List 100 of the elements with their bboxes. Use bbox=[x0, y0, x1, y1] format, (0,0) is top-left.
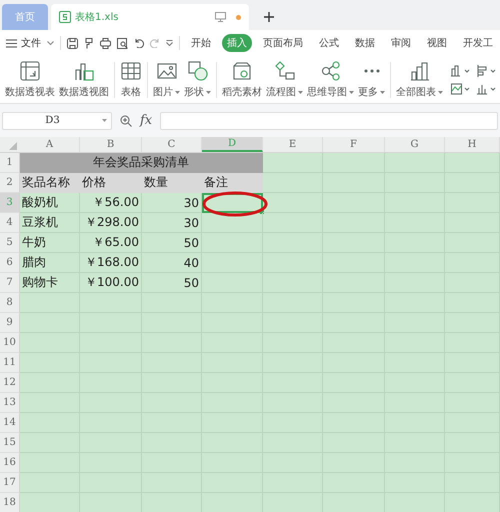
table-cell bbox=[20, 433, 80, 453]
table-cell bbox=[20, 393, 80, 413]
menu-icon[interactable] bbox=[6, 38, 17, 48]
customize-icon[interactable] bbox=[166, 40, 173, 46]
column-heading: 价格 bbox=[80, 173, 142, 193]
row-header[interactable]: 9 bbox=[0, 313, 20, 333]
ribbon-tab[interactable]: 审阅 bbox=[386, 34, 416, 52]
ellipse-annotation bbox=[202, 190, 268, 218]
monitor-icon[interactable] bbox=[215, 12, 226, 22]
row-header[interactable]: 4 bbox=[0, 213, 20, 233]
row-header[interactable]: 2 bbox=[0, 173, 20, 193]
row-header[interactable]: 7 bbox=[0, 273, 20, 293]
ribbon-button[interactable]: 全部图表 bbox=[394, 60, 445, 99]
ribbon-tab[interactable]: 插入 bbox=[222, 34, 252, 52]
formula-field[interactable] bbox=[160, 112, 498, 130]
table-cell: 30 bbox=[142, 193, 202, 213]
table-cell: 40 bbox=[142, 253, 202, 273]
table-cell bbox=[20, 413, 80, 433]
column-header[interactable]: G bbox=[385, 137, 445, 152]
ribbon-button[interactable]: 表格 bbox=[118, 60, 144, 99]
pivot-table-icon bbox=[19, 60, 41, 82]
mindmap-icon bbox=[320, 60, 342, 82]
ribbon-button[interactable]: 稻壳素材 bbox=[220, 60, 264, 99]
print-icon[interactable] bbox=[100, 38, 111, 48]
table-cell bbox=[263, 213, 323, 233]
name-box[interactable]: D3 bbox=[2, 112, 112, 130]
table-cell bbox=[20, 473, 80, 493]
table-cell bbox=[20, 453, 80, 473]
table-cell: ￥168.00 bbox=[80, 253, 142, 273]
row-header[interactable]: 18 bbox=[0, 493, 20, 512]
more-icon bbox=[364, 69, 380, 73]
tab-title: 表格1.xls bbox=[75, 10, 118, 24]
chevron-icon[interactable] bbox=[47, 40, 54, 46]
format-painter-icon[interactable] bbox=[84, 38, 94, 48]
function-button[interactable]: fx bbox=[140, 113, 152, 128]
table-cell bbox=[20, 353, 80, 373]
row-header[interactable]: 10 bbox=[0, 333, 20, 353]
chart-icon bbox=[408, 60, 430, 82]
row-header[interactable]: 11 bbox=[0, 353, 20, 373]
column-heading: 数量 bbox=[142, 173, 202, 193]
row-header[interactable]: 16 bbox=[0, 453, 20, 473]
table-cell: ￥100.00 bbox=[80, 273, 142, 293]
row-header[interactable]: 13 bbox=[0, 393, 20, 413]
column-header[interactable]: H bbox=[445, 137, 500, 152]
table-cell: 酸奶机 bbox=[20, 193, 80, 213]
undo-icon[interactable] bbox=[134, 38, 144, 48]
ribbon-button[interactable]: 流程图 bbox=[264, 60, 305, 99]
ribbon-button[interactable]: 更多 bbox=[356, 60, 387, 99]
row-header[interactable]: 1 bbox=[0, 153, 20, 173]
row-header[interactable]: 5 bbox=[0, 233, 20, 253]
ribbon-button[interactable]: 图片 bbox=[151, 60, 182, 99]
ribbon-button[interactable]: 思维导图 bbox=[305, 60, 356, 99]
row-header[interactable]: 12 bbox=[0, 373, 20, 393]
table-cell: 50 bbox=[142, 233, 202, 253]
caret-icon bbox=[102, 119, 107, 122]
ribbon-button[interactable]: 数据透视表 bbox=[3, 60, 57, 99]
table-cell: 30 bbox=[142, 213, 202, 233]
table-cell: ￥56.00 bbox=[80, 193, 142, 213]
file-menu[interactable]: 文件 bbox=[21, 36, 41, 50]
table-cell bbox=[323, 153, 385, 173]
table-cell bbox=[445, 153, 500, 173]
table-cell bbox=[202, 213, 263, 233]
table-icon bbox=[120, 60, 142, 82]
ribbon-tab[interactable]: 页面布局 bbox=[258, 34, 308, 52]
print-preview-icon[interactable] bbox=[117, 38, 128, 48]
column-heading: 奖品名称 bbox=[20, 173, 80, 193]
material-icon bbox=[231, 60, 253, 82]
table-cell: 购物卡 bbox=[20, 273, 80, 293]
ribbon-tab[interactable]: 开发工 bbox=[458, 34, 498, 52]
zoom-icon[interactable] bbox=[120, 114, 132, 126]
row-header[interactable]: 17 bbox=[0, 473, 20, 493]
table-cell bbox=[20, 313, 80, 333]
column-header[interactable]: A bbox=[20, 137, 80, 152]
shape-icon bbox=[186, 60, 208, 82]
table-cell: 豆浆机 bbox=[20, 213, 80, 233]
column-header[interactable]: E bbox=[263, 137, 323, 152]
new-tab-icon[interactable] bbox=[264, 12, 274, 22]
ribbon-tab[interactable]: 数据 bbox=[350, 34, 380, 52]
spreadsheet-icon bbox=[59, 11, 71, 23]
ribbon-tab[interactable]: 公式 bbox=[314, 34, 344, 52]
table-cell: ￥65.00 bbox=[80, 233, 142, 253]
table-cell bbox=[263, 153, 323, 173]
ribbon-tab[interactable]: 开始 bbox=[186, 34, 216, 52]
row-header[interactable]: 8 bbox=[0, 293, 20, 313]
row-header[interactable]: 15 bbox=[0, 433, 20, 453]
file-tab[interactable]: 表格1.xls bbox=[51, 4, 249, 30]
ribbon-button[interactable]: 形状 bbox=[182, 60, 213, 99]
column-header[interactable]: F bbox=[323, 137, 385, 152]
row-header[interactable]: 14 bbox=[0, 413, 20, 433]
ribbon-button[interactable]: 数据透视图 bbox=[57, 60, 111, 99]
table-cell: 腊肉 bbox=[20, 253, 80, 273]
table-cell bbox=[20, 293, 80, 313]
column-heading: 备注 bbox=[202, 173, 263, 193]
column-header[interactable]: B bbox=[80, 137, 142, 152]
table-cell: 50 bbox=[142, 273, 202, 293]
row-header[interactable]: 6 bbox=[0, 253, 20, 273]
table-cell bbox=[263, 173, 323, 193]
table-cell bbox=[20, 333, 80, 353]
ribbon-tab[interactable]: 视图 bbox=[422, 34, 452, 52]
save-icon[interactable] bbox=[67, 38, 78, 48]
